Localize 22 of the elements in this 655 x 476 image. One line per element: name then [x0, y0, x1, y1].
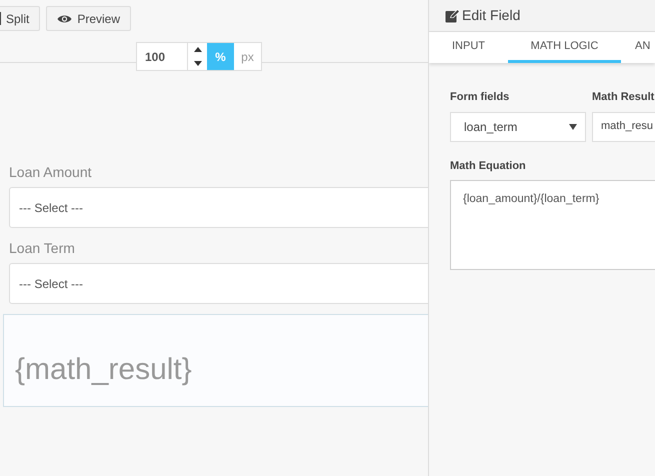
- select-field[interactable]: --- Select ---: [9, 187, 428, 228]
- select-value: loan_term: [464, 118, 518, 136]
- eye-icon: [57, 14, 72, 24]
- zoom-field[interactable]: 100 % px: [136, 42, 262, 71]
- split-button[interactable]: Split: [0, 6, 40, 31]
- form-fields-select[interactable]: loan_term: [450, 112, 586, 142]
- field-label: Math Result: [592, 90, 655, 105]
- result-field: {math_result}: [3, 314, 428, 407]
- field-label: Loan Amount: [9, 163, 93, 182]
- field-label: Math Equation: [450, 158, 527, 174]
- select-field[interactable]: --- Select ---: [9, 263, 428, 304]
- tab[interactable]: INPUT: [429, 32, 508, 63]
- edit-icon: [445, 8, 460, 22]
- math-result-select[interactable]: math_resu: [592, 112, 655, 142]
- field-label: Loan Term: [9, 239, 76, 258]
- preview-button[interactable]: Preview: [46, 6, 132, 31]
- equation-textarea[interactable]: {loan_amount}/{loan_term}: [450, 180, 655, 270]
- caret-icon: [569, 124, 577, 130]
- panel-title: Edit Field: [462, 6, 520, 25]
- tab[interactable]: MATH LOGIC: [508, 32, 621, 63]
- tab[interactable]: AN: [621, 32, 650, 63]
- field-label: Form fields: [450, 90, 510, 105]
